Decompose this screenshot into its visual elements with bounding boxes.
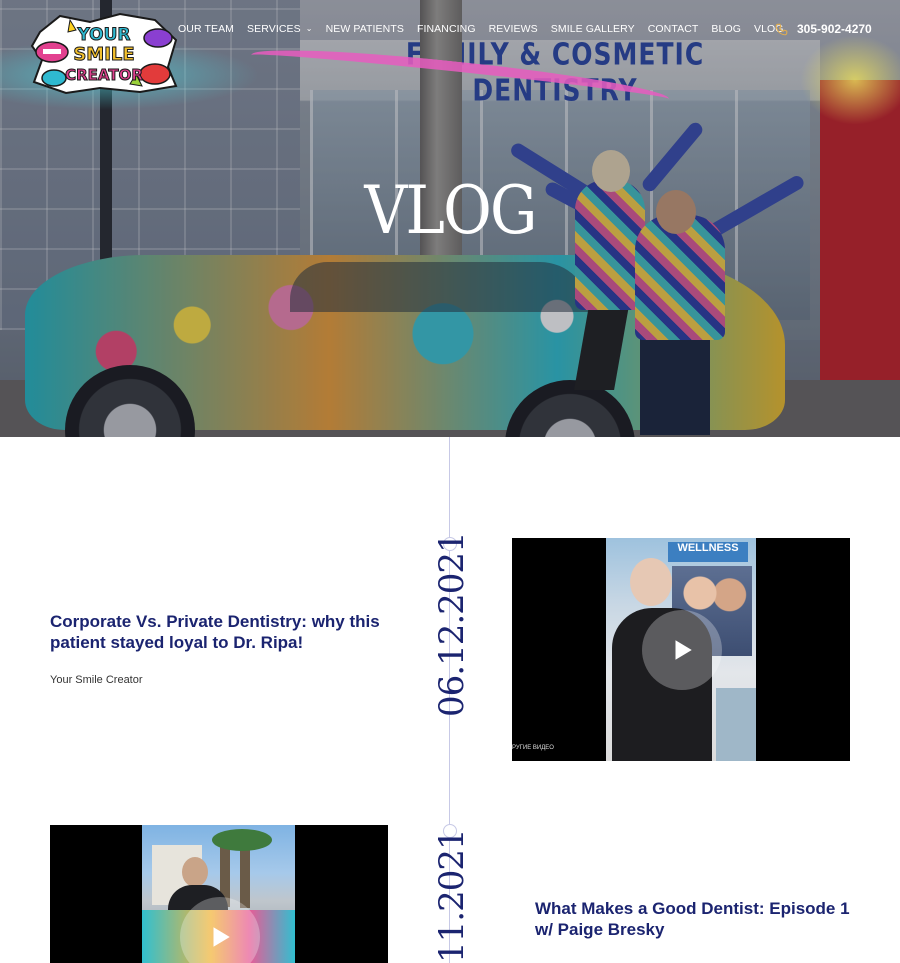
site-logo[interactable]: YOUR SMILE CREATOR (30, 12, 178, 95)
main-nav: OUR TEAM SERVICES ⌄ NEW PATIENTS FINANCIN… (178, 20, 797, 38)
logo-word: YOUR (76, 25, 130, 45)
video-player[interactable] (50, 825, 388, 963)
nav-services[interactable]: SERVICES ⌄ (247, 20, 313, 38)
video-person-head (182, 857, 208, 887)
nav-label: CONTACT (647, 23, 699, 35)
video-chair (716, 688, 756, 761)
nav-label: FINANCING (416, 23, 476, 35)
phone-number: 305-902-4270 (797, 22, 872, 36)
nav-label: REVIEWS (488, 23, 538, 35)
nav-our-team[interactable]: OUR TEAM (178, 20, 234, 38)
video-person-head (630, 558, 672, 606)
post-date: 06.12.2021 (432, 532, 472, 717)
play-icon (675, 640, 692, 660)
post-title[interactable]: What Makes a Good Dentist: Episode 1 w/ … (535, 898, 865, 940)
nav-blog[interactable]: BLOG (711, 20, 741, 38)
post-title[interactable]: Corporate Vs. Private Dentistry: why thi… (50, 611, 380, 653)
chevron-down-icon: ⌄ (305, 24, 313, 33)
post-date: 11.2021 (432, 829, 472, 963)
nav-label: SERVICES (247, 23, 301, 35)
paint-splash (800, 35, 900, 125)
logo-word: SMILE (73, 44, 134, 65)
nav-new-patients[interactable]: NEW PATIENTS (326, 20, 404, 38)
nav-smile-gallery[interactable]: SMILE GALLERY (551, 20, 635, 38)
video-caption: РУГИЕ ВИДЕО (512, 745, 554, 751)
phone-link[interactable]: 305-902-4270 (774, 20, 872, 38)
post-author: Your Smile Creator (50, 674, 143, 686)
video-sign: WELLNESS (668, 542, 748, 562)
nav-label: BLOG (711, 23, 741, 35)
phone-icon (775, 23, 788, 35)
logo-word: CREATOR (65, 66, 143, 84)
nav-label: NEW PATIENTS (325, 23, 404, 35)
page-title: VLOG (364, 172, 537, 249)
video-palm-leaves (212, 829, 272, 851)
logo-graphic: YOUR SMILE CREATOR (30, 12, 178, 95)
nav-reviews[interactable]: REVIEWS (489, 20, 538, 38)
nav-financing[interactable]: FINANCING (417, 20, 476, 38)
nav-label: SMILE GALLERY (550, 23, 635, 35)
play-icon (213, 927, 230, 947)
video-player[interactable]: WELLNESS РУГИЕ ВИДЕО (512, 538, 850, 761)
play-button[interactable] (642, 610, 722, 690)
nav-contact[interactable]: CONTACT (648, 20, 699, 38)
nav-label: OUR TEAM (178, 23, 235, 35)
